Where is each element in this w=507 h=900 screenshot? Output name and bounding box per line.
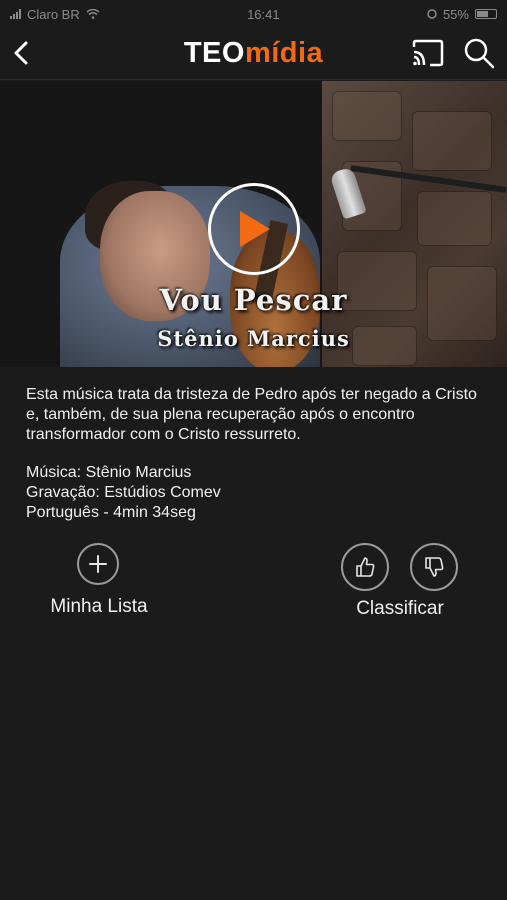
cast-button[interactable] [410,38,446,68]
dislike-button[interactable] [410,543,458,591]
search-button[interactable] [462,36,496,70]
logo-part-midia: mídia [244,37,324,69]
status-left: Claro BR [10,7,100,22]
signal-icon [10,9,21,19]
app-logo: TEO mídia [184,37,323,70]
video-description: Esta música trata da tristeza de Pedro a… [26,386,477,443]
video-thumbnail[interactable]: Vou Pescar Stênio Marcius [0,81,507,367]
lock-rotation-icon [427,7,437,22]
play-icon [240,211,270,247]
chevron-left-icon [14,41,28,65]
carrier-label: Claro BR [27,6,80,22]
music-credit: Música: Stênio Marcius [26,464,192,481]
wifi-icon [86,7,100,22]
status-right: 55% [427,7,497,22]
battery-icon [474,9,497,19]
battery-percent: 55% [442,6,469,22]
like-button[interactable] [341,543,389,591]
thumbs-down-icon [425,557,444,577]
play-button[interactable] [208,183,300,275]
my-list-label[interactable]: Minha Lista [40,596,158,618]
video-title: Vou Pescar [159,283,348,317]
video-artist: Stênio Marcius [157,326,350,351]
search-icon [464,38,495,69]
language-duration: Português - 4min 34seg [26,504,196,521]
status-time: 16:41 [247,6,280,22]
recording-credit: Gravação: Estúdios Comev [26,484,221,501]
stone-wall-background [322,81,507,367]
video-details: Música: Stênio Marcius Gravação: Estúdio… [26,463,486,523]
status-bar: Claro BR 16:41 55% [0,0,507,28]
rate-label: Classificar [356,598,444,619]
thumbs-up-icon [356,557,375,577]
logo-part-teo: TEO [183,37,245,69]
back-button[interactable] [8,38,36,68]
cast-icon [412,39,444,67]
add-to-list-button[interactable] [77,543,119,585]
nav-bar: TEO mídia [0,28,507,80]
plus-icon [89,555,107,573]
